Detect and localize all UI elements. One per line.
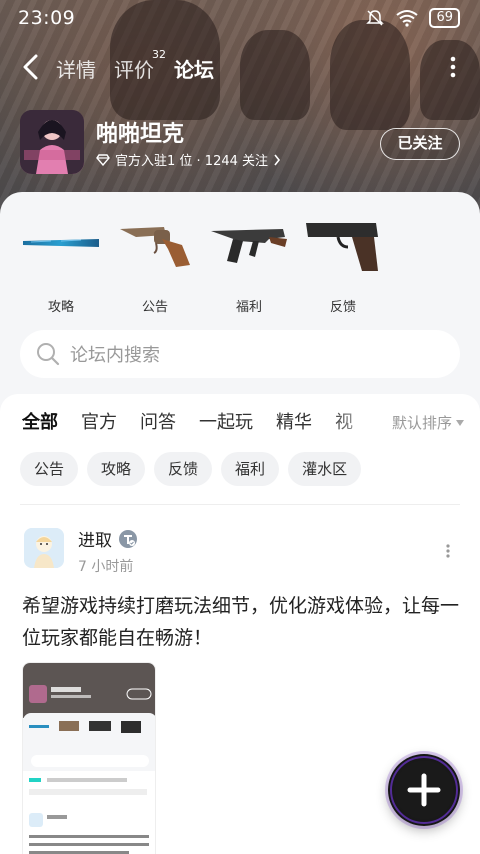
game-subtitle[interactable]: 官方入驻1 位 · 1244 关注 [96, 150, 281, 169]
status-time: 23:09 [18, 7, 76, 29]
author-name-row[interactable]: 进取 [78, 526, 138, 551]
forum-tab-play-together[interactable]: 一起玩 [199, 408, 253, 434]
post-image[interactable] [22, 662, 156, 854]
category-row: 攻略 公告 福利 反馈 [14, 210, 390, 315]
game-title: 啪啪坦克 [96, 122, 185, 147]
category-label: 福利 [235, 300, 262, 315]
chip-notice[interactable]: 公告 [20, 452, 79, 486]
chip-guide[interactable]: 攻略 [87, 452, 146, 486]
diamond-icon [96, 153, 110, 166]
create-post-button[interactable] [388, 754, 460, 826]
category-welfare[interactable]: 福利 [202, 210, 296, 315]
chip-chat[interactable]: 灌水区 [288, 452, 362, 486]
plus-icon [390, 756, 458, 824]
category-guide[interactable]: 攻略 [14, 210, 108, 315]
chevron-right-icon [274, 154, 281, 165]
forum-tab-qa[interactable]: 问答 [140, 408, 176, 434]
divider [20, 504, 460, 505]
sort-dropdown[interactable]: 默认排序 [392, 412, 464, 433]
game-info: 啪啪坦克 官方入驻1 位 · 1244 关注 已关注 [20, 110, 460, 180]
bell-off-icon [366, 10, 385, 26]
tabs-fade [330, 404, 380, 440]
post-content: 希望游戏持续打磨玩法细节，优化游戏体验，让每一位玩家都能自在畅游！ [22, 595, 460, 649]
more-vertical-icon[interactable] [450, 56, 456, 78]
reviews-count-badge: 32 [152, 48, 166, 61]
revolver-icon [120, 227, 190, 267]
author-avatar[interactable] [24, 528, 64, 568]
category-label: 攻略 [47, 300, 74, 315]
chip-welfare[interactable]: 福利 [221, 452, 280, 486]
caret-down-icon [456, 419, 464, 426]
forum-search-input[interactable]: 论坛内搜索 [20, 330, 460, 378]
category-feedback[interactable]: 反馈 [296, 210, 390, 315]
game-icon[interactable] [20, 110, 84, 174]
baseball-bat-icon [23, 239, 99, 247]
top-nav: 详情 评价 32 论坛 [0, 46, 480, 90]
category-label: 公告 [141, 300, 168, 315]
tab-forum[interactable]: 论坛 [174, 54, 214, 87]
forum-tab-official[interactable]: 官方 [81, 408, 117, 434]
avatar-character-icon [24, 528, 64, 568]
back-arrow-icon[interactable] [20, 54, 42, 80]
sort-label: 默认排序 [391, 414, 452, 432]
game-character-icon [20, 110, 84, 174]
status-icons: 69 [365, 8, 460, 28]
author-name: 进取 [78, 531, 112, 551]
screenshot-thumbnail [23, 663, 155, 854]
follow-button[interactable]: 已关注 [380, 128, 460, 160]
status-bar: 23:09 69 [0, 0, 480, 36]
official-badge-icon [119, 529, 137, 548]
pistol-icon [306, 223, 378, 271]
category-notice[interactable]: 公告 [108, 210, 202, 315]
forum-tabs: 全部官方问答一起玩精华视 [22, 408, 362, 440]
post-more-icon[interactable] [446, 544, 450, 558]
category-label: 反馈 [329, 300, 356, 315]
wifi-icon [396, 10, 419, 27]
tab-reviews-label: 评价 [114, 58, 154, 82]
topic-chips: 公告 攻略 反馈 福利 灌水区 [20, 452, 362, 486]
chip-feedback[interactable]: 反馈 [154, 452, 213, 486]
post-time: 7 小时前 [78, 559, 134, 575]
tab-reviews[interactable]: 评价 32 [114, 48, 166, 83]
game-subtitle-text: 官方入驻1 位 · 1244 关注 [115, 154, 269, 169]
rifle-icon [211, 229, 287, 263]
forum-tab-all[interactable]: 全部 [22, 408, 58, 438]
battery-indicator: 69 [429, 8, 460, 28]
search-icon [37, 343, 60, 366]
tab-details[interactable]: 详情 [56, 54, 96, 83]
forum-tab-featured[interactable]: 精华 [276, 408, 312, 434]
search-placeholder: 论坛内搜索 [70, 345, 160, 366]
